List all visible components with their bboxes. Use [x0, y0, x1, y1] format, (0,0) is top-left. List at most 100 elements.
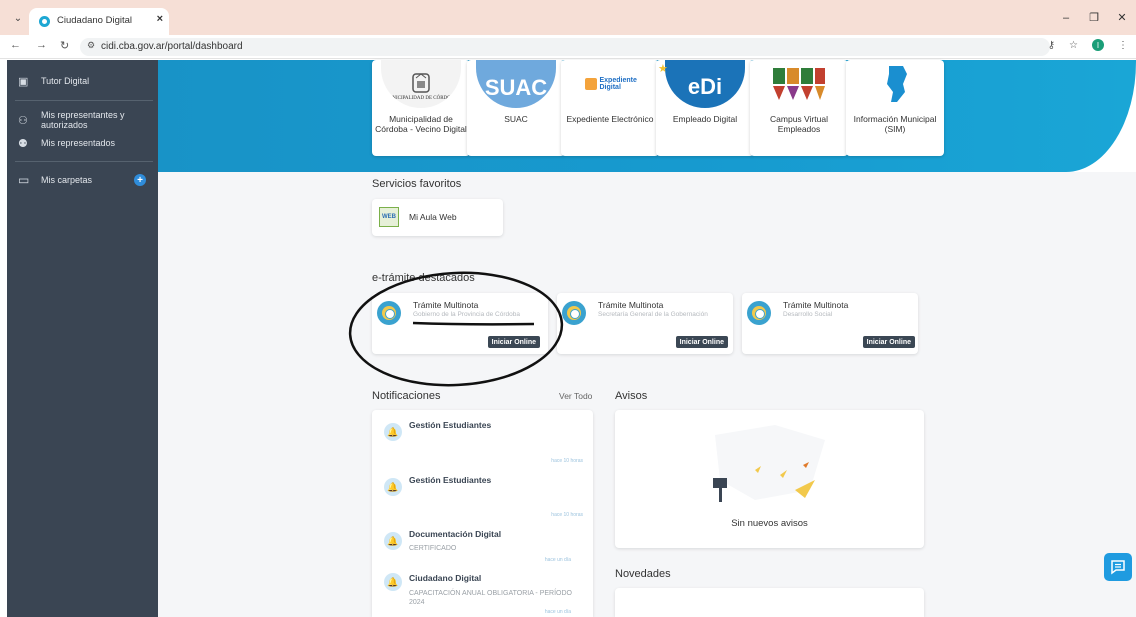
sidebar-divider: [15, 100, 153, 101]
ver-todo-link[interactable]: Ver Todo: [559, 391, 592, 401]
aula-web-icon: WEB: [379, 207, 399, 227]
edi-logo: eDi: [665, 60, 745, 108]
tramite-title: Trámite Multinota: [598, 300, 664, 310]
tab-search-menu-button[interactable]: ⌄: [8, 9, 28, 27]
notification-title: Gestión Estudiantes: [409, 475, 492, 485]
add-folder-button[interactable]: +: [134, 174, 146, 186]
bell-icon: 🔔: [384, 478, 402, 496]
notification-time: hace 10 horas: [551, 458, 583, 464]
reload-icon[interactable]: ↻: [60, 39, 69, 52]
notification-title: Ciudadano Digital: [409, 573, 482, 583]
bell-icon: 🔔: [384, 532, 402, 550]
campus-pattern-icon: [773, 68, 825, 100]
sidebar-item-tutor-digital[interactable]: ▣ Tutor Digital: [7, 74, 158, 88]
notification-time: hace 10 horas: [551, 512, 583, 518]
window-controls: – ❐ ✕: [1052, 0, 1136, 35]
logo-text: eDi: [687, 74, 723, 99]
service-label: Información Municipal (SIM): [853, 114, 937, 134]
novedades-title: Novedades: [615, 568, 671, 580]
expediente-logo: Expediente Digital: [570, 60, 650, 108]
novedades-panel: [615, 588, 924, 617]
notification-title: Documentación Digital: [409, 529, 502, 539]
notification-item[interactable]: 🔔 Gestión Estudiantes hace 10 horas: [372, 472, 593, 527]
chat-button[interactable]: [1104, 553, 1132, 581]
tramite-subtitle: Gobierno de la Provincia de Córdoba: [413, 311, 520, 318]
multinota-icon: [747, 301, 771, 325]
iniciar-online-button[interactable]: Iniciar Online: [487, 336, 540, 348]
municipalidad-logo: MUNICIPALIDAD DE CÓRDOBA: [381, 60, 461, 108]
service-card-suac[interactable]: SUAC SUAC: [467, 60, 565, 156]
notification-time: hace un día: [544, 609, 571, 615]
chat-icon: [1111, 560, 1125, 575]
password-key-icon[interactable]: ⚷: [1048, 40, 1055, 51]
sidebar-item-representantes[interactable]: ⚇ Mis representantes y autorizados: [7, 110, 158, 130]
favorite-card-mi-aula-web[interactable]: WEB Mi Aula Web: [372, 199, 503, 236]
notification-title: Gestión Estudiantes: [409, 420, 492, 430]
tramite-card-3[interactable]: Trámite Multinota Desarrollo Social Inic…: [742, 293, 918, 354]
bell-icon: 🔔: [384, 573, 402, 591]
logo-text: Expediente Digital: [599, 77, 637, 91]
avisos-panel: Sin nuevos avisos: [615, 410, 924, 548]
tramite-card-1[interactable]: Trámite Multinota Gobierno de la Provinc…: [372, 293, 548, 354]
multinota-icon: [562, 301, 586, 325]
tab-close-button[interactable]: ×: [157, 13, 163, 25]
service-label: Expediente Electrónico: [566, 114, 654, 124]
logo-text: SUAC: [484, 75, 548, 100]
notification-item[interactable]: 🔔 Ciudadano Digital CAPACITACIÓN ANUAL O…: [372, 571, 593, 617]
browser-toolbar: ⚷ ☆ I ⋮: [1048, 39, 1136, 51]
multinota-icon: [377, 301, 401, 325]
profile-avatar[interactable]: I: [1092, 39, 1104, 51]
sidebar-divider: [15, 161, 153, 162]
service-card-expediente[interactable]: Expediente Digital Expediente Electrónic…: [561, 60, 659, 156]
url-text: cidi.cba.gov.ar/portal/dashboard: [101, 41, 243, 52]
sidebar-item-label: Tutor Digital: [41, 76, 90, 86]
coat-of-arms-icon: [412, 72, 430, 93]
id-card-icon: ▣: [18, 75, 29, 88]
bookmark-star-icon[interactable]: ☆: [1069, 40, 1078, 51]
iniciar-online-button[interactable]: Iniciar Online: [675, 336, 728, 348]
avisos-empty-text: Sin nuevos avisos: [731, 518, 808, 529]
users-icon: ⚇: [18, 114, 28, 127]
suac-logo: SUAC: [476, 60, 556, 108]
tramites-title: e-trámite destacados: [372, 272, 475, 284]
forward-arrow-icon[interactable]: →: [36, 39, 47, 51]
campus-logo: [759, 60, 839, 108]
sidebar-item-label: Mis representantes y autorizados: [41, 110, 125, 130]
back-arrow-icon[interactable]: ←: [10, 39, 21, 51]
service-card-sim[interactable]: Información Municipal (SIM): [846, 60, 944, 156]
logo-text: MUNICIPALIDAD DE CÓRDOBA: [384, 95, 458, 101]
favoritos-title: Servicios favoritos: [372, 178, 462, 190]
minimize-icon[interactable]: –: [1052, 0, 1080, 35]
folder-icon: ▭: [18, 173, 30, 187]
sidebar-item-label: Mis carpetas: [41, 175, 93, 185]
favicon-icon: [39, 16, 50, 27]
notification-item[interactable]: 🔔 Documentación Digital CERTIFICADO hace…: [372, 527, 593, 575]
service-label: Campus Virtual Empleados: [770, 114, 828, 134]
service-label: Empleado Digital: [672, 114, 738, 124]
tramite-card-2[interactable]: Trámite Multinota Secretaría General de …: [557, 293, 733, 354]
province-map-icon: [887, 66, 907, 102]
service-card-campus-virtual[interactable]: Campus Virtual Empleados: [750, 60, 848, 156]
url-input[interactable]: ⚙ cidi.cba.gov.ar/portal/dashboard: [80, 38, 1050, 56]
notification-item[interactable]: 🔔 Gestión Estudiantes hace 10 horas: [372, 418, 593, 473]
sidebar: ▣ Tutor Digital ⚇ Mis representantes y a…: [7, 60, 158, 617]
restore-icon[interactable]: ❐: [1080, 0, 1108, 35]
avisos-title: Avisos: [615, 390, 648, 402]
notification-time: hace un día: [544, 557, 571, 563]
browser-tab[interactable]: Ciudadano Digital ×: [29, 8, 169, 35]
sidebar-item-label: Mis representados: [41, 138, 116, 148]
tramite-title: Trámite Multinota: [783, 300, 849, 310]
service-card-municipalidad[interactable]: MUNICIPALIDAD DE CÓRDOBA Municipalidad d…: [372, 60, 470, 156]
site-info-icon[interactable]: ⚙: [87, 40, 95, 51]
empty-mailbox-illustration: [713, 425, 825, 502]
iniciar-online-button[interactable]: Iniciar Online: [862, 336, 915, 348]
close-window-icon[interactable]: ✕: [1108, 0, 1136, 35]
sidebar-item-representados[interactable]: ⚉ Mis representados: [7, 136, 158, 150]
kebab-menu-icon[interactable]: ⋮: [1118, 40, 1128, 51]
service-card-empleado-digital[interactable]: eDi ★ Empleado Digital: [656, 60, 754, 156]
tramite-title: Trámite Multinota: [413, 300, 479, 310]
service-label: Municipalidad de Córdoba - Vecino Digita…: [375, 114, 467, 134]
notificaciones-title: Notificaciones: [372, 390, 441, 402]
service-label: SUAC: [504, 114, 528, 124]
user-voice-icon: ⚉: [18, 137, 28, 150]
